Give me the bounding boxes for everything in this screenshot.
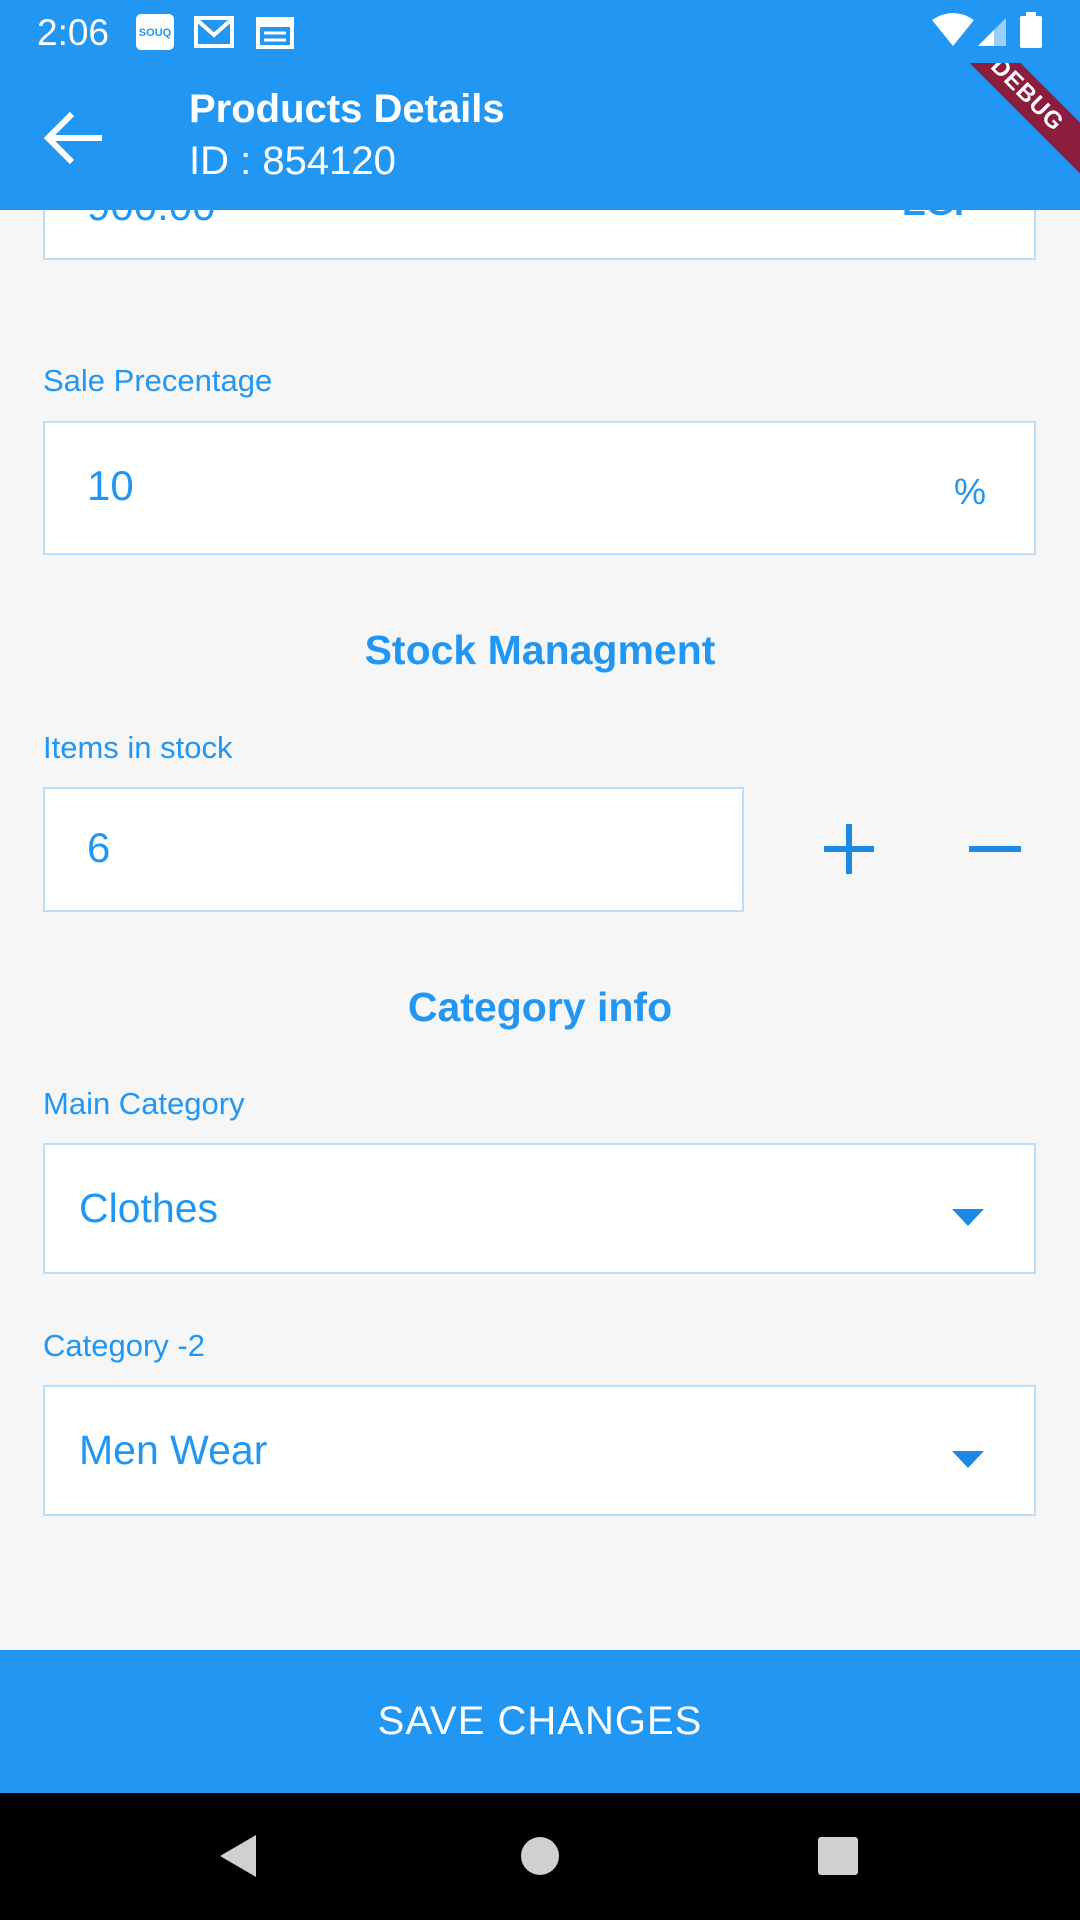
back-arrow-icon[interactable] xyxy=(40,103,110,173)
price-value: 900.00 xyxy=(87,210,215,230)
minus-icon xyxy=(969,846,1021,852)
save-changes-button[interactable]: SAVE CHANGES xyxy=(0,1650,1080,1793)
gmail-icon xyxy=(193,13,234,51)
percent-suffix: % xyxy=(953,471,986,512)
sale-percentage-value: 10 xyxy=(87,462,134,509)
category-2-label: Category -2 xyxy=(43,1328,205,1363)
main-category-label: Main Category xyxy=(43,1086,245,1121)
system-status-icons xyxy=(930,12,1046,52)
items-in-stock-value: 6 xyxy=(87,824,111,871)
battery-icon xyxy=(1020,12,1042,48)
debug-banner: DEBUG xyxy=(940,63,1080,182)
items-in-stock-label: Items in stock xyxy=(43,730,233,765)
nav-recents-icon[interactable] xyxy=(818,1837,858,1875)
souq-app-icon: SOUQ xyxy=(135,13,175,51)
wifi-icon xyxy=(932,13,974,46)
increment-button[interactable] xyxy=(804,804,894,894)
status-bar: 2:06 SOUQ xyxy=(0,0,1080,63)
plus-icon xyxy=(824,824,874,874)
items-in-stock-input[interactable]: 6 xyxy=(43,787,744,912)
dropdown-arrow-icon xyxy=(952,1209,984,1226)
category-section-title: Category info xyxy=(407,984,673,1030)
system-nav-bar xyxy=(0,1793,1080,1920)
price-suffix: EGP xyxy=(902,210,978,224)
category-2-value: Men Wear xyxy=(79,1427,268,1473)
main-category-value: Clothes xyxy=(79,1185,219,1231)
sale-percentage-input[interactable]: 10 % xyxy=(43,421,1036,555)
souq-icon-text: SOUQ xyxy=(139,27,172,39)
stock-section-title: Stock Managment xyxy=(364,627,716,673)
nav-home-icon[interactable] xyxy=(521,1837,559,1875)
app-bar: Products Details ID : 854120 DEBUG xyxy=(0,63,1080,210)
page-title: Products Details xyxy=(189,87,505,131)
status-time: 2:06 xyxy=(37,12,110,53)
nav-back-icon[interactable] xyxy=(220,1835,256,1877)
calendar-icon xyxy=(255,13,295,51)
sale-percentage-label: Sale Precentage xyxy=(43,363,273,398)
price-field[interactable]: 900.00 EGP xyxy=(43,210,1036,260)
decrement-button[interactable] xyxy=(949,804,1039,894)
dropdown-arrow-icon xyxy=(952,1451,984,1468)
category-2-dropdown[interactable]: Men Wear xyxy=(43,1385,1036,1516)
form-content[interactable]: 900.00 EGP Sale Precentage 10 % Stock Ma… xyxy=(0,210,1080,1650)
product-id: ID : 854120 xyxy=(189,139,396,183)
signal-icon xyxy=(978,18,1006,46)
main-category-dropdown[interactable]: Clothes xyxy=(43,1143,1036,1274)
